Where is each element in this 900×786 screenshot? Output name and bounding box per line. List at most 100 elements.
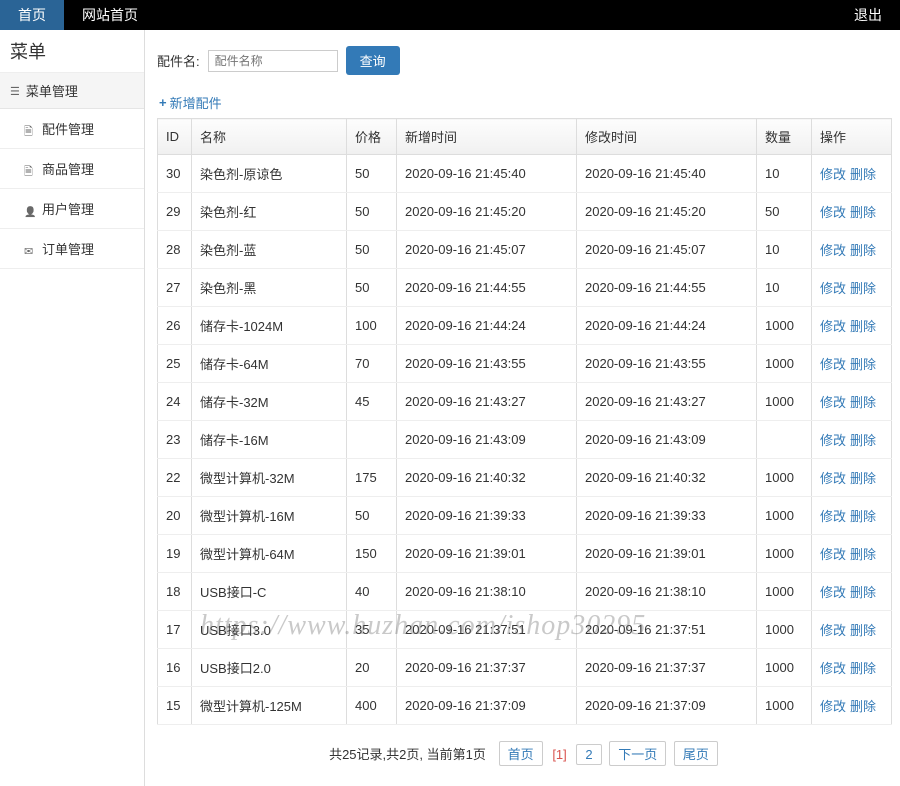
cell-updated: 2020-09-16 21:38:10	[577, 573, 757, 611]
edit-link[interactable]: 修改	[820, 471, 846, 486]
cell-updated: 2020-09-16 21:45:07	[577, 231, 757, 269]
cell-name: 储存卡-64M	[192, 345, 347, 383]
cell-id: 29	[158, 193, 192, 231]
cell-qty: 1000	[757, 497, 812, 535]
page-2[interactable]: 2	[576, 744, 601, 765]
menu-group[interactable]: 菜单管理	[0, 73, 144, 109]
cell-qty: 50	[757, 193, 812, 231]
table-row: 16USB接口2.0202020-09-16 21:37:372020-09-1…	[158, 649, 892, 687]
add-part-link[interactable]: 新增配件	[159, 93, 222, 112]
edit-link[interactable]: 修改	[820, 661, 846, 676]
cell-price	[347, 421, 397, 459]
table-row: 30染色剂-原谅色502020-09-16 21:45:402020-09-16…	[158, 155, 892, 193]
cell-qty: 1000	[757, 649, 812, 687]
edit-link[interactable]: 修改	[820, 433, 846, 448]
edit-link[interactable]: 修改	[820, 167, 846, 182]
tab-site-home[interactable]: 网站首页	[64, 0, 156, 30]
search-label: 配件名:	[157, 51, 200, 70]
edit-link[interactable]: 修改	[820, 357, 846, 372]
cell-updated: 2020-09-16 21:37:09	[577, 687, 757, 725]
delete-link[interactable]: 删除	[850, 281, 876, 296]
cell-ops: 修改删除	[812, 459, 892, 497]
edit-link[interactable]: 修改	[820, 281, 846, 296]
cell-price: 70	[347, 345, 397, 383]
table-row: 25储存卡-64M702020-09-16 21:43:552020-09-16…	[158, 345, 892, 383]
edit-link[interactable]: 修改	[820, 319, 846, 334]
sidebar-item-goods[interactable]: 商品管理	[0, 149, 144, 189]
edit-link[interactable]: 修改	[820, 585, 846, 600]
edit-link[interactable]: 修改	[820, 395, 846, 410]
logout-link[interactable]: 退出	[836, 0, 900, 30]
delete-link[interactable]: 删除	[850, 509, 876, 524]
delete-link[interactable]: 删除	[850, 547, 876, 562]
edit-link[interactable]: 修改	[820, 623, 846, 638]
cell-updated: 2020-09-16 21:39:01	[577, 535, 757, 573]
user-icon	[24, 203, 36, 215]
cell-id: 18	[158, 573, 192, 611]
sidebar-item-users[interactable]: 用户管理	[0, 189, 144, 229]
sidebar-item-parts[interactable]: 配件管理	[0, 109, 144, 149]
cell-qty: 10	[757, 231, 812, 269]
delete-link[interactable]: 删除	[850, 395, 876, 410]
col-created: 新增时间	[397, 119, 577, 155]
cell-price: 100	[347, 307, 397, 345]
edit-link[interactable]: 修改	[820, 699, 846, 714]
page-next[interactable]: 下一页	[609, 741, 666, 766]
cell-id: 20	[158, 497, 192, 535]
search-button[interactable]: 查询	[346, 46, 400, 75]
sidebar-item-label: 配件管理	[42, 119, 94, 138]
cell-updated: 2020-09-16 21:43:09	[577, 421, 757, 459]
cell-created: 2020-09-16 21:45:20	[397, 193, 577, 231]
cell-qty: 1000	[757, 383, 812, 421]
cell-name: 储存卡-16M	[192, 421, 347, 459]
cell-updated: 2020-09-16 21:40:32	[577, 459, 757, 497]
cell-name: 微型计算机-16M	[192, 497, 347, 535]
edit-link[interactable]: 修改	[820, 509, 846, 524]
page-1: [1]	[548, 747, 570, 762]
list-icon	[10, 83, 20, 98]
delete-link[interactable]: 删除	[850, 357, 876, 372]
cell-id: 26	[158, 307, 192, 345]
edit-link[interactable]: 修改	[820, 243, 846, 258]
cell-price: 175	[347, 459, 397, 497]
cell-name: 微型计算机-125M	[192, 687, 347, 725]
cell-id: 16	[158, 649, 192, 687]
delete-link[interactable]: 删除	[850, 661, 876, 676]
cell-qty: 1000	[757, 345, 812, 383]
delete-link[interactable]: 删除	[850, 623, 876, 638]
cell-id: 23	[158, 421, 192, 459]
col-ops: 操作	[812, 119, 892, 155]
search-input[interactable]	[208, 50, 338, 72]
cell-updated: 2020-09-16 21:44:55	[577, 269, 757, 307]
page-first[interactable]: 首页	[499, 741, 543, 766]
delete-link[interactable]: 删除	[850, 433, 876, 448]
table-row: 29染色剂-红502020-09-16 21:45:202020-09-16 2…	[158, 193, 892, 231]
cell-price: 35	[347, 611, 397, 649]
page-last[interactable]: 尾页	[674, 741, 718, 766]
cell-ops: 修改删除	[812, 421, 892, 459]
delete-link[interactable]: 删除	[850, 167, 876, 182]
sidebar-item-orders[interactable]: 订单管理	[0, 229, 144, 269]
cell-qty: 1000	[757, 573, 812, 611]
cell-ops: 修改删除	[812, 611, 892, 649]
tab-home[interactable]: 首页	[0, 0, 64, 30]
cell-id: 17	[158, 611, 192, 649]
sidebar-item-label: 商品管理	[42, 159, 94, 178]
delete-link[interactable]: 删除	[850, 205, 876, 220]
cell-updated: 2020-09-16 21:37:37	[577, 649, 757, 687]
cell-id: 27	[158, 269, 192, 307]
sidebar-item-label: 用户管理	[42, 199, 94, 218]
cell-ops: 修改删除	[812, 649, 892, 687]
edit-link[interactable]: 修改	[820, 547, 846, 562]
cell-id: 19	[158, 535, 192, 573]
delete-link[interactable]: 删除	[850, 699, 876, 714]
delete-link[interactable]: 删除	[850, 471, 876, 486]
delete-link[interactable]: 删除	[850, 585, 876, 600]
delete-link[interactable]: 删除	[850, 243, 876, 258]
table-row: 23储存卡-16M 2020-09-16 21:43:092020-09-16 2…	[158, 421, 892, 459]
file-icon	[24, 163, 36, 175]
cell-created: 2020-09-16 21:43:09	[397, 421, 577, 459]
delete-link[interactable]: 删除	[850, 319, 876, 334]
cell-price: 50	[347, 193, 397, 231]
edit-link[interactable]: 修改	[820, 205, 846, 220]
